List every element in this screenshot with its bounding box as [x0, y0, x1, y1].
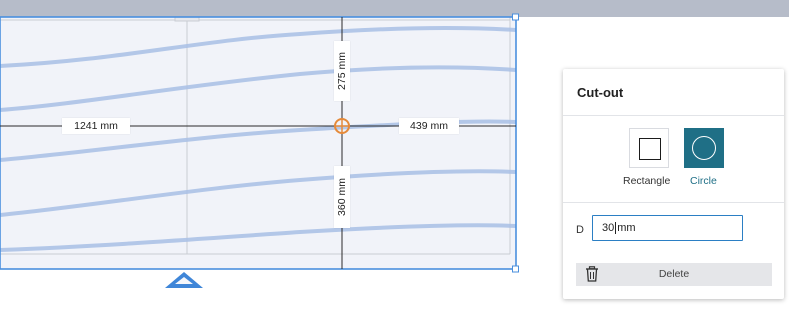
panel-divider-top	[563, 115, 784, 116]
dimension-label-right[interactable]: 439 mm	[399, 118, 459, 134]
dimension-left-text: 1241 mm	[74, 120, 118, 132]
diameter-label: D	[576, 224, 584, 236]
circle-shape-button[interactable]	[684, 128, 724, 168]
panel-divider-middle	[563, 202, 784, 203]
square-outline-icon	[639, 138, 661, 160]
panel-title: Cut-out	[577, 85, 624, 100]
cutout-panel: Cut-out Rectangle Circle D 30 mm Delete	[563, 69, 784, 299]
rectangle-shape-button[interactable]	[629, 128, 669, 168]
resize-handle-bottom-right[interactable]	[512, 265, 519, 273]
dimension-right-text: 439 mm	[410, 120, 448, 132]
delete-label: Delete	[658, 268, 690, 280]
rectangle-shape-label[interactable]: Rectangle	[623, 175, 670, 187]
dimension-label-top[interactable]: 275 mm	[334, 41, 350, 101]
diameter-unit: mm	[617, 222, 636, 234]
dimension-label-bottom[interactable]: 360 mm	[334, 166, 350, 228]
delete-button[interactable]: Delete	[576, 263, 772, 286]
circle-shape-label[interactable]: Circle	[690, 175, 717, 187]
dimension-label-left[interactable]: 1241 mm	[62, 118, 130, 134]
resize-handle-top-right[interactable]	[512, 13, 519, 21]
diameter-value: 30	[602, 222, 615, 234]
dimension-bottom-text: 360 mm	[336, 178, 348, 216]
door-panel-background[interactable]	[0, 17, 516, 269]
circle-outline-icon	[692, 136, 716, 160]
cutout-marker[interactable]	[334, 118, 350, 134]
diameter-input[interactable]: 30 mm	[592, 215, 743, 241]
dimension-top-text: 275 mm	[336, 52, 348, 90]
